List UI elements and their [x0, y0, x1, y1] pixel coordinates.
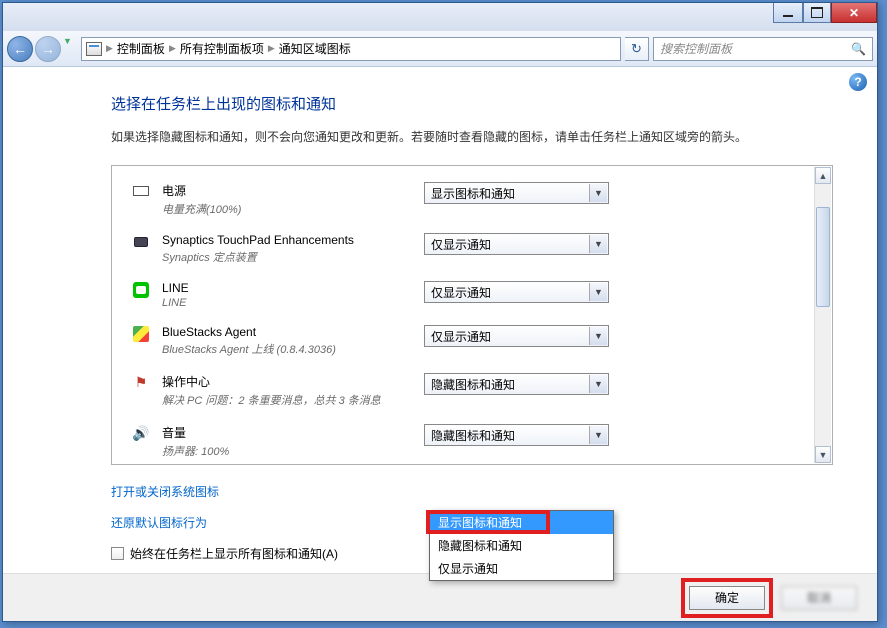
maximize-button[interactable]	[803, 3, 831, 23]
item-sub: Synaptics 定点装置	[162, 249, 412, 265]
chevron-down-icon: ▼	[589, 235, 607, 253]
chevron-down-icon: ▼	[589, 426, 607, 444]
behavior-select[interactable]: 显示图标和通知▼	[424, 182, 609, 204]
item-sub: LINE	[162, 297, 412, 309]
behavior-select[interactable]: 仅显示通知▼	[424, 281, 609, 303]
scroll-down-button[interactable]: ▼	[815, 446, 831, 463]
list-item: ⚑ 操作中心 解决 PC 问题：2 条重要消息，总共 3 条消息 隐藏图标和通知…	[132, 365, 804, 416]
ok-button-highlight: 确定	[681, 578, 773, 618]
nav-history-dropdown[interactable]: ▼	[63, 36, 77, 62]
list-item: LINE LINE 仅显示通知▼	[132, 273, 804, 317]
chevron-right-icon: ▶	[268, 43, 275, 54]
titlebar	[3, 3, 877, 31]
item-name: 操作中心	[162, 373, 412, 390]
list-item: BlueStacks Agent BlueStacks Agent 上线 (0.…	[132, 317, 804, 365]
behavior-select[interactable]: 仅显示通知▼	[424, 325, 609, 347]
always-show-checkbox[interactable]	[111, 547, 124, 560]
item-name: LINE	[162, 281, 412, 295]
help-icon[interactable]: ?	[849, 73, 867, 91]
chevron-down-icon: ▼	[589, 375, 607, 393]
breadcrumb[interactable]: 通知区域图标	[279, 40, 351, 57]
breadcrumb[interactable]: 控制面板	[117, 40, 165, 57]
close-button[interactable]	[831, 3, 877, 23]
item-name: Synaptics TouchPad Enhancements	[162, 233, 412, 247]
minimize-button[interactable]	[773, 3, 803, 23]
dropdown-option[interactable]: 仅显示通知	[430, 557, 613, 580]
search-icon: 🔍	[851, 42, 866, 56]
item-sub: 扬声器: 100%	[162, 443, 412, 459]
icon-list: ▲ ▼ 电源 电量充满(100%) 显示图标和通知▼ Synaptics Tou	[111, 165, 833, 465]
nav-forward-button[interactable]: →	[35, 36, 61, 62]
chevron-down-icon: ▼	[589, 184, 607, 202]
page-description: 如果选择隐藏图标和通知，则不会向您通知更改和更新。若要随时查看隐藏的图标，请单击…	[111, 128, 833, 147]
behavior-select[interactable]: 隐藏图标和通知▼	[424, 424, 609, 446]
checkbox-label: 始终在任务栏上显示所有图标和通知(A)	[130, 545, 338, 562]
control-panel-icon	[86, 42, 102, 56]
item-sub: BlueStacks Agent 上线 (0.8.4.3036)	[162, 341, 412, 357]
chevron-down-icon: ▼	[589, 327, 607, 345]
volume-icon: 🔊	[132, 424, 150, 442]
list-item: Synaptics TouchPad Enhancements Synaptic…	[132, 225, 804, 273]
content-area: ? 选择在任务栏上出现的图标和通知 如果选择隐藏图标和通知，则不会向您通知更改和…	[3, 67, 877, 621]
breadcrumb[interactable]: 所有控制面板项	[180, 40, 264, 57]
search-placeholder: 搜索控制面板	[660, 40, 732, 57]
item-sub: 电量充满(100%)	[162, 201, 412, 217]
chevron-down-icon: ▼	[589, 283, 607, 301]
page-title: 选择在任务栏上出现的图标和通知	[111, 93, 833, 114]
nav-back-button[interactable]: ←	[7, 36, 33, 62]
item-name: 音量	[162, 424, 412, 441]
touchpad-icon	[132, 233, 150, 251]
system-icons-link[interactable]: 打开或关闭系统图标	[111, 483, 877, 500]
flag-icon: ⚑	[132, 373, 150, 391]
chevron-right-icon: ▶	[106, 43, 113, 54]
dropdown-option[interactable]: 隐藏图标和通知	[430, 534, 613, 557]
scroll-thumb[interactable]	[816, 207, 830, 307]
item-name: BlueStacks Agent	[162, 325, 412, 339]
item-name: 电源	[162, 182, 412, 199]
dropdown-option[interactable]: 显示图标和通知	[430, 511, 613, 534]
scroll-up-button[interactable]: ▲	[815, 167, 831, 184]
list-item: 🔊 音量 扬声器: 100% 隐藏图标和通知▼	[132, 416, 804, 467]
battery-icon	[132, 182, 150, 200]
bluestacks-icon	[132, 325, 150, 343]
address-bar[interactable]: ▶ 控制面板 ▶ 所有控制面板项 ▶ 通知区域图标	[81, 37, 621, 61]
navbar: ← → ▼ ▶ 控制面板 ▶ 所有控制面板项 ▶ 通知区域图标 ↻ 搜索控制面板…	[3, 31, 877, 67]
item-sub: 解决 PC 问题：2 条重要消息，总共 3 条消息	[162, 392, 412, 408]
list-item: 电源 电量充满(100%) 显示图标和通知▼	[132, 174, 804, 225]
behavior-select[interactable]: 仅显示通知▼	[424, 233, 609, 255]
behavior-dropdown-open: 显示图标和通知 隐藏图标和通知 仅显示通知	[429, 510, 614, 581]
scrollbar[interactable]: ▲ ▼	[814, 167, 831, 463]
ok-button[interactable]: 确定	[689, 586, 765, 610]
refresh-button[interactable]: ↻	[625, 37, 649, 61]
chevron-right-icon: ▶	[169, 43, 176, 54]
line-icon	[132, 281, 150, 299]
behavior-select[interactable]: 隐藏图标和通知▼	[424, 373, 609, 395]
search-input[interactable]: 搜索控制面板 🔍	[653, 37, 873, 61]
control-panel-window: ← → ▼ ▶ 控制面板 ▶ 所有控制面板项 ▶ 通知区域图标 ↻ 搜索控制面板…	[2, 2, 878, 622]
cancel-button[interactable]: 取消	[781, 586, 857, 610]
